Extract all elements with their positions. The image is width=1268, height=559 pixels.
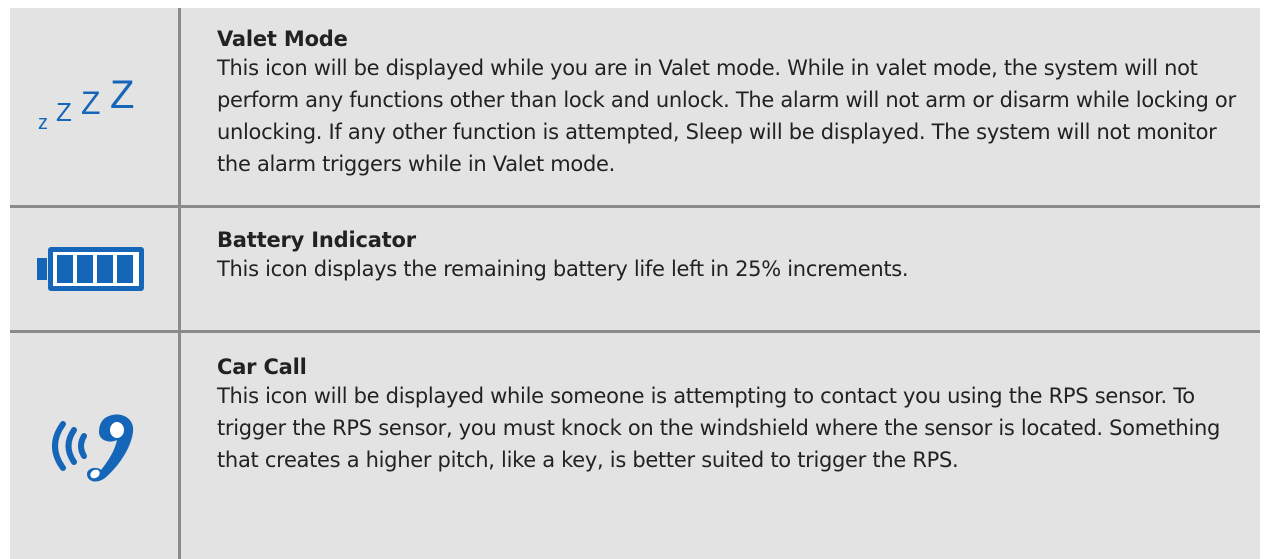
icon-cell: z Z Z Z: [10, 8, 178, 205]
item-description: This icon will be displayed while you ar…: [217, 56, 1236, 176]
item-title: Car Call: [217, 355, 307, 379]
legend-row-valet-mode: z Z Z Z Valet Mode This icon will be dis…: [10, 8, 1260, 205]
sleep-z-small-icon: z: [38, 112, 48, 134]
battery-icon: [37, 247, 144, 291]
legend-row-battery-indicator: Battery Indicator This icon displays the…: [10, 208, 1260, 330]
sleep-z-large-icon: Z: [81, 85, 101, 121]
icon-cell: [10, 333, 178, 559]
item-title: Valet Mode: [217, 27, 348, 51]
legend-row-car-call: Car Call This icon will be displayed whi…: [10, 333, 1260, 559]
text-cell: Battery Indicator This icon displays the…: [181, 208, 1260, 330]
text-cell: Valet Mode This icon will be displayed w…: [181, 8, 1260, 205]
sleep-zzz-icon: z Z Z Z: [38, 77, 134, 134]
item-description: This icon will be displayed while someon…: [217, 384, 1221, 472]
text-cell: Car Call This icon will be displayed whi…: [181, 333, 1260, 559]
icon-legend-table: z Z Z Z Valet Mode This icon will be dis…: [10, 8, 1260, 559]
sleep-z-xlarge-icon: Z: [110, 77, 134, 117]
sleep-z-medium-icon: Z: [56, 97, 72, 127]
icon-cell: [10, 208, 178, 330]
car-call-icon: [52, 414, 134, 482]
item-description: This icon displays the remaining battery…: [217, 257, 909, 281]
item-title: Battery Indicator: [217, 228, 416, 252]
